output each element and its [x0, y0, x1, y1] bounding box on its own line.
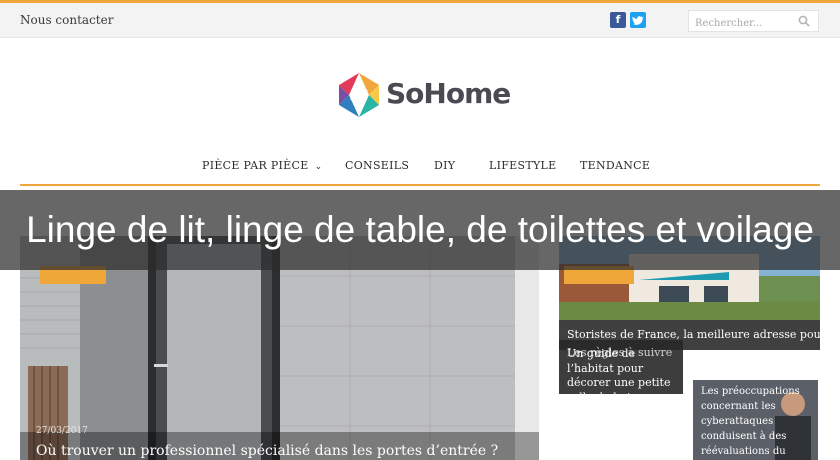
- facebook-icon[interactable]: f: [610, 12, 626, 28]
- main-nav: PIÈCE PAR PIÈCE ⌄ CONSEILS DIY LIFESTYLE …: [20, 150, 820, 186]
- search-box[interactable]: [688, 10, 819, 34]
- article-title[interactable]: Les préoccupations concernant les cybera…: [701, 384, 801, 459]
- logo-mark-icon: [339, 73, 379, 117]
- search-input[interactable]: [689, 13, 795, 34]
- article-title[interactable]: Où trouver un professionnel spécialisé d…: [36, 443, 498, 459]
- article-card-cyberattaques[interactable]: Les préoccupations concernant les cybera…: [693, 380, 818, 460]
- article-card-salle-de-bain[interactable]: Les règles à suivre Un guide de l’habita…: [559, 340, 683, 404]
- nav-item-diy[interactable]: DIY: [434, 159, 455, 172]
- chevron-down-icon: ⌄: [314, 162, 323, 172]
- site-logo[interactable]: SoHome: [335, 71, 511, 121]
- article-date: 27/03/2017: [36, 426, 88, 436]
- contact-link[interactable]: Nous contacter: [20, 13, 113, 27]
- page-title-banner: Linge de lit, linge de table, de toilett…: [0, 190, 840, 270]
- page-title: Linge de lit, linge de table, de toilett…: [26, 209, 814, 250]
- article-title[interactable]: Un guide de l’habitat pour décorer une p…: [567, 347, 679, 405]
- twitter-icon[interactable]: [630, 12, 646, 28]
- search-icon[interactable]: [798, 15, 810, 27]
- top-bar: Nous contacter f: [0, 0, 840, 38]
- nav-item-conseils[interactable]: CONSEILS: [345, 159, 409, 172]
- nav-item-lifestyle[interactable]: LIFESTYLE: [489, 159, 556, 172]
- nav-item-piece-par-piece[interactable]: PIÈCE PAR PIÈCE ⌄: [202, 159, 322, 172]
- nav-item-tendance[interactable]: TENDANCE: [580, 159, 650, 172]
- nav-item-label: PIÈCE PAR PIÈCE: [202, 159, 309, 172]
- logo-text: SoHome: [386, 77, 511, 110]
